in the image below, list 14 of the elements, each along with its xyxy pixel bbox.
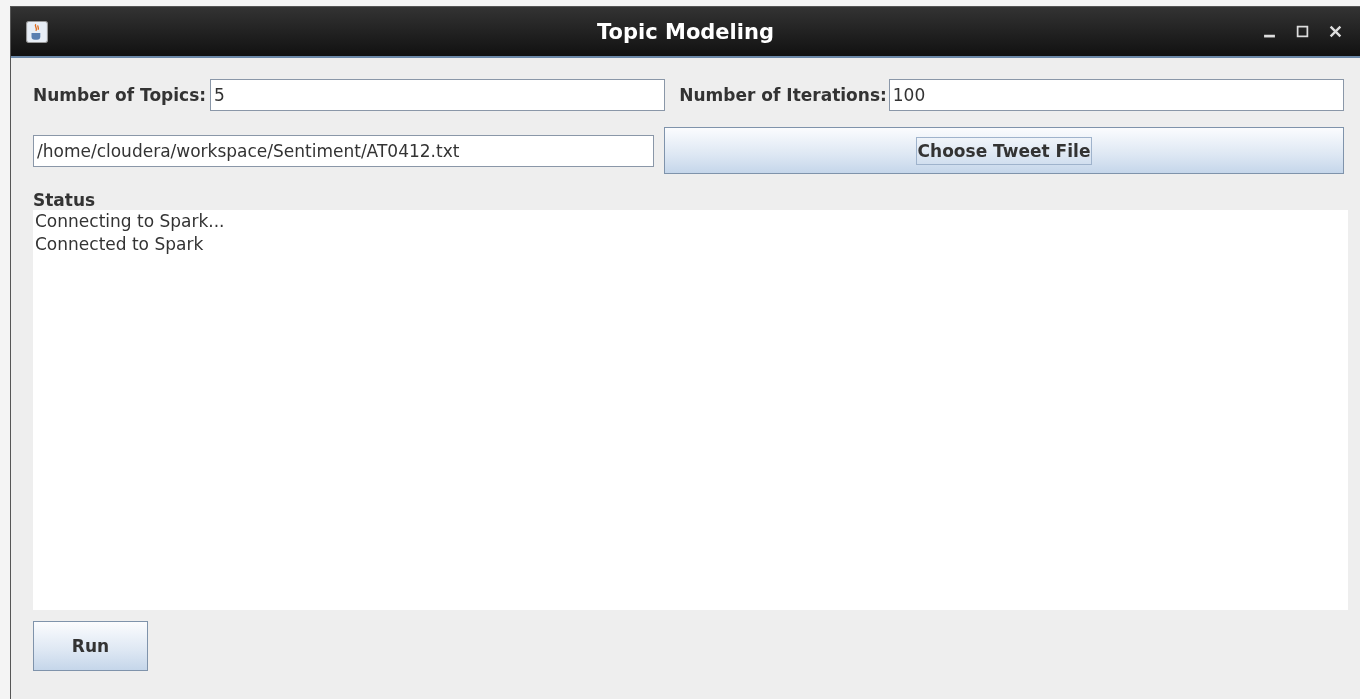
run-button[interactable]: Run <box>33 621 148 671</box>
choose-file-button[interactable]: Choose Tweet File <box>664 127 1344 174</box>
field-label: Number of Topics: <box>33 85 207 105</box>
cup-icon <box>26 20 48 43</box>
file-path-field[interactable]: /home/cloudera/workspace/Sentiment/AT0412.txt <box>33 134 654 167</box>
status-line: Connected to Spark <box>35 233 205 256</box>
field-label: Number of Iterations: <box>679 85 887 105</box>
status-line: Connecting to Spark... <box>35 210 226 233</box>
status-label: Status <box>33 190 97 210</box>
input-field[interactable]: 5 <box>210 79 666 111</box>
input-field[interactable]: 100 <box>888 79 1344 111</box>
window-title: Topic Modeling <box>597 19 774 44</box>
close-icon[interactable] <box>1329 25 1342 38</box>
maximize-icon[interactable] <box>1296 25 1309 38</box>
